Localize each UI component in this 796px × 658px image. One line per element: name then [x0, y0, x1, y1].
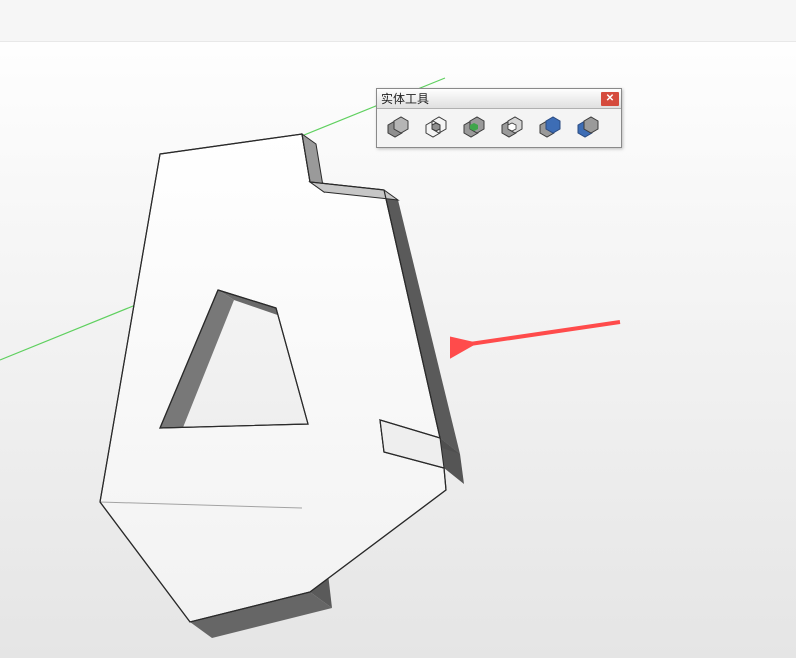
toolbar-title: 实体工具 — [381, 90, 429, 107]
split-button[interactable] — [573, 113, 603, 141]
toolbar-header[interactable]: 实体工具 ✕ — [377, 89, 621, 109]
solid-tools-toolbar[interactable]: 实体工具 ✕ — [376, 88, 622, 148]
toolbar-close-button[interactable]: ✕ — [601, 92, 619, 106]
subtract-button[interactable] — [497, 113, 527, 141]
intersect-button[interactable] — [421, 113, 451, 141]
intersect-icon — [423, 116, 449, 138]
split-icon — [575, 116, 601, 138]
subtract-icon — [499, 116, 525, 138]
app-top-bar — [0, 0, 796, 42]
trim-icon — [537, 116, 563, 138]
viewport-3d[interactable]: 实体工具 ✕ — [0, 42, 796, 658]
model-3d[interactable] — [100, 134, 464, 638]
trim-button[interactable] — [535, 113, 565, 141]
union-icon — [461, 116, 487, 138]
toolbar-body — [377, 109, 621, 147]
union-button[interactable] — [459, 113, 489, 141]
annotation-arrow — [450, 302, 630, 362]
axis-green-back — [0, 304, 138, 360]
outer-shell-button[interactable] — [383, 113, 413, 141]
outer-shell-icon — [385, 116, 411, 138]
close-icon: ✕ — [606, 93, 614, 104]
